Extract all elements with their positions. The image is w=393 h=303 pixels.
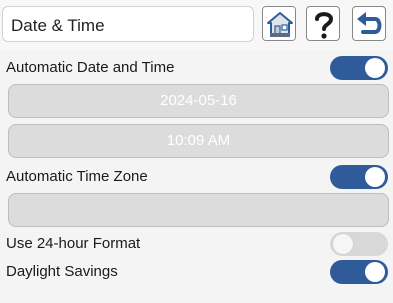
home-icon	[263, 7, 295, 40]
auto-time-zone-toggle[interactable]	[330, 165, 388, 189]
return-arrow-icon	[357, 12, 382, 34]
title-box: Date & Time	[2, 6, 254, 42]
toggle-knob	[365, 58, 385, 78]
date-field[interactable]: 2024-05-16	[8, 84, 389, 118]
page-title: Date & Time	[11, 16, 105, 35]
home-button[interactable]	[262, 6, 296, 41]
daylight-savings-toggle[interactable]	[330, 260, 388, 284]
auto-date-time-label: Automatic Date and Time	[6, 59, 175, 76]
time-zone-field[interactable]	[8, 193, 389, 227]
toggle-knob	[365, 262, 385, 282]
use-24-hour-toggle[interactable]	[330, 232, 388, 256]
use-24-hour-label: Use 24-hour Format	[6, 235, 141, 252]
back-button[interactable]	[352, 6, 386, 41]
help-button[interactable]	[306, 6, 340, 41]
question-mark-icon	[315, 12, 334, 39]
header-bar: Date & Time	[0, 0, 393, 50]
auto-time-zone-label: Automatic Time Zone	[6, 168, 148, 185]
toggle-knob	[333, 234, 353, 254]
toggle-knob	[365, 167, 385, 187]
auto-date-time-toggle[interactable]	[330, 56, 388, 80]
time-field[interactable]: 10:09 AM	[8, 124, 389, 158]
daylight-savings-label: Daylight Savings	[6, 263, 118, 280]
